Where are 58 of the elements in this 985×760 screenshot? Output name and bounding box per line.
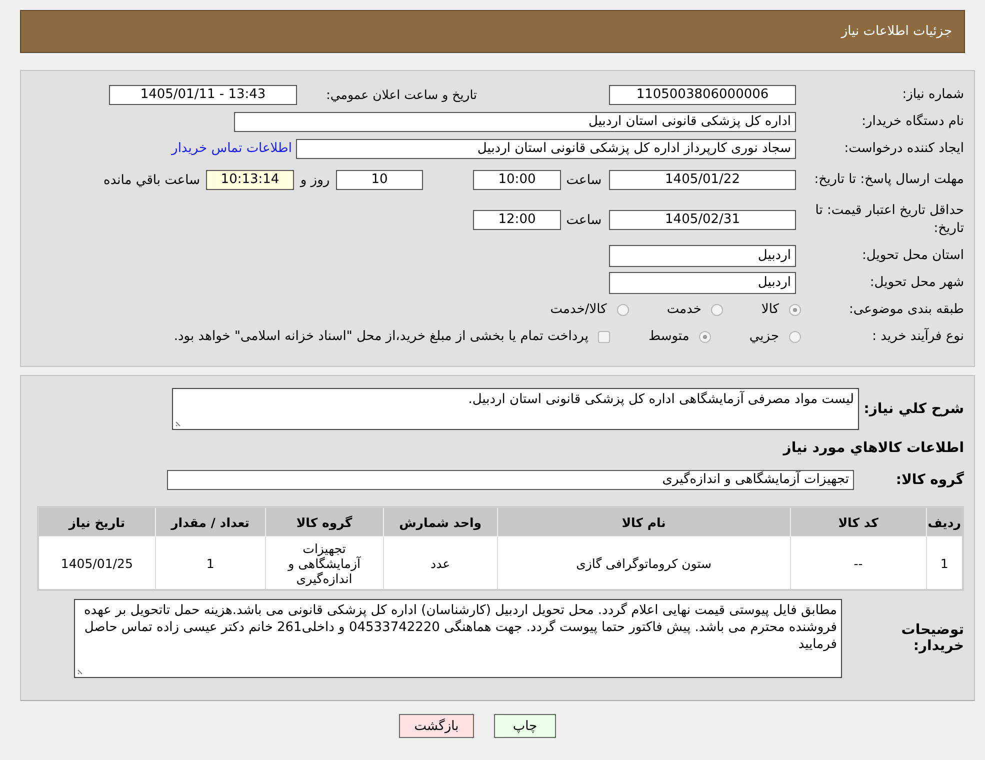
resize-grip-icon[interactable] [77, 666, 85, 674]
field-label: نام دستگاه خریدار: [860, 112, 964, 130]
province-field: اردبیل [609, 244, 796, 266]
buyer-contact-link[interactable]: اطلاعات تماس خریدار [172, 141, 292, 156]
category-radio[interactable]: کالا [761, 302, 801, 317]
announce-date-field: 1405/01/11 - 13:43 [109, 84, 297, 104]
field-label: استان محل تحویل: [861, 246, 964, 264]
remaining-label: ساعت باقي مانده [104, 172, 200, 188]
column-header: کد کالا [790, 507, 926, 536]
deadline-date-field: 1405/01/22 [609, 170, 796, 190]
days-label: روز و [298, 172, 331, 188]
print-button[interactable]: چاپ [494, 714, 556, 738]
validity-time-field: 12:00 [473, 210, 561, 230]
radio-icon[interactable] [711, 304, 724, 316]
field-label: توضیحات خریدار: [900, 622, 964, 654]
column-header: گروه کالا [265, 507, 384, 536]
radio-icon[interactable] [616, 304, 629, 316]
category-radio[interactable]: کالا/خدمت [550, 302, 629, 317]
field-label: گروه کالا: [894, 472, 964, 488]
process-radio[interactable]: متوسط [648, 329, 712, 344]
radio-icon[interactable] [789, 330, 801, 342]
field-label: تاریخ و ساعت اعلان عمومي: [325, 87, 477, 102]
treasury-label: پرداخت تمام یا بخشی از مبلغ خرید،از محل "اسناد خزانه اسلامی" خواهد بود. [174, 329, 588, 344]
time-label: ساعت [565, 172, 603, 188]
field-label: شهر محل تحویل: [868, 274, 964, 292]
radio-icon[interactable] [699, 330, 712, 342]
validity-date-field: 1405/02/31 [609, 210, 796, 230]
field-label: نوع فرآیند خرید : [871, 328, 964, 346]
field-label: حداقل تاریخ اعتبار قیمت: تا تاریخ: [814, 202, 964, 238]
field-label: شماره نیاز: [901, 86, 964, 104]
header-title: جزئیات اطلاعات نیاز [841, 24, 952, 39]
remaining-time-field: 10:13:14 [206, 170, 294, 190]
field-label: طبقه بندی موضوعی: [848, 300, 964, 318]
category-radio[interactable]: خدمت [666, 302, 724, 317]
buyer-notes-textarea[interactable]: مطابق فایل پیوستی قیمت نهایی اعلام گردد. محل تحویل اردبیل (کارشناسان) اداره کل پزشکی قانونی می باشد.هزینه حمل تاتحویل بر عهده فروشنده محترم می باشد. پیش فاکتور حتما پیوست گردد. جهت هماهنگی 04533742220 و داخلی261 خانم دکتر عیسی زاده تماس حاصل فرمایید [74, 598, 842, 678]
buyer-field: اداره کل پزشکی قانونی استان اردبیل [234, 112, 796, 132]
column-header: ردیف [926, 507, 963, 536]
deadline-time-field: 10:00 [473, 170, 561, 190]
requester-field: سجاد نوری کارپرداز اداره کل پزشکی قانونی استان اردبیل [296, 138, 796, 158]
field-label: مهلت ارسال پاسخ: تا تاریخ: [813, 171, 964, 189]
column-header: واحد شمارش [383, 507, 498, 536]
resize-grip-icon[interactable] [175, 419, 183, 427]
process-radio[interactable]: جزيي [749, 329, 801, 344]
treasury-checkbox[interactable] [598, 330, 610, 342]
column-header: تعداد / مقدار [155, 507, 266, 536]
goods-group-field: تجهیزات آزمایشگاهی و اندازه‌گیری [167, 470, 854, 490]
description-textarea[interactable]: لیست مواد مصرفی آزمایشگاهی اداره کل پزشکی قانونی استان اردبیل. [172, 388, 859, 430]
back-button[interactable]: بازگشت [399, 714, 474, 738]
section-heading: اطلاعات کالاهاي مورد نياز [782, 440, 964, 456]
field-label: ایجاد کننده درخواست: [843, 140, 964, 158]
column-header: تاریخ نیاز [38, 507, 156, 536]
days-field: 10 [336, 170, 423, 190]
city-field: اردبیل [609, 272, 796, 294]
field-label: شرح کلي نياز: [862, 401, 964, 417]
time-label: ساعت [565, 212, 603, 228]
radio-icon[interactable] [789, 304, 801, 316]
need-number-field: 1105003806000006 [609, 84, 796, 104]
column-header: نام کالا [497, 507, 790, 536]
